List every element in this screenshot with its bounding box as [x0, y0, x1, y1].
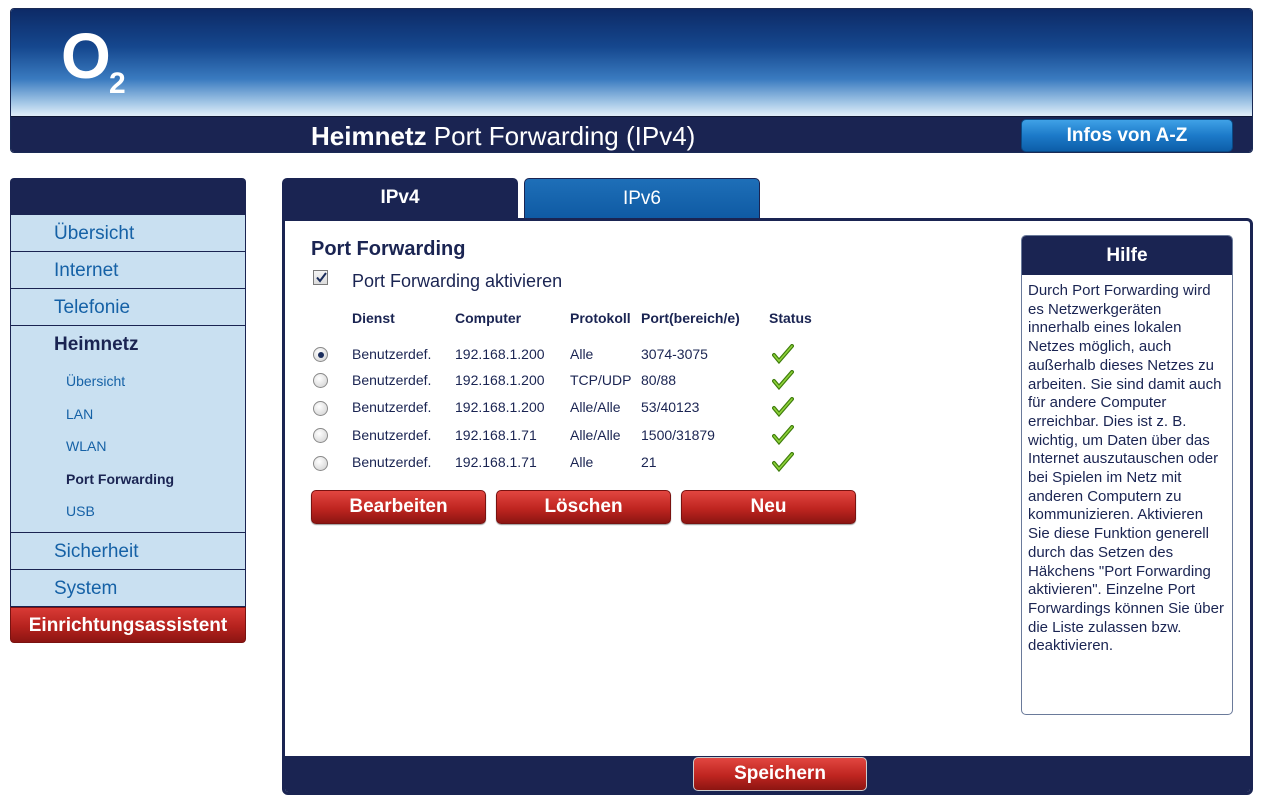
- sidebar-header: [10, 178, 246, 215]
- table-row[interactable]: Benutzerdef. 192.168.1.71 Alle/Alle 1500…: [307, 421, 829, 449]
- row-select-radio[interactable]: [313, 400, 328, 416]
- subnav-item-port-forwarding[interactable]: Port Forwarding: [11, 463, 245, 496]
- cell-protokoll: TCP/UDP: [570, 371, 632, 388]
- cell-port: 1500/31879: [641, 426, 715, 443]
- subnav-item-wlan[interactable]: WLAN: [11, 430, 245, 463]
- check-icon: [772, 452, 794, 473]
- table-row[interactable]: Benutzerdef. 192.168.1.200 Alle 3074-307…: [307, 332, 829, 366]
- section-title: Port Forwarding: [311, 238, 466, 260]
- cell-port: 3074-3075: [641, 346, 708, 362]
- cell-computer: 192.168.1.200: [455, 399, 545, 416]
- page-title-section: Heimnetz: [311, 121, 427, 151]
- cell-dienst: Benutzerdef.: [352, 346, 432, 362]
- infos-a-z-button[interactable]: Infos von A-Z: [1021, 119, 1233, 152]
- port-forwarding-table: Dienst Computer Protokoll Port(bereich/e…: [307, 304, 829, 476]
- cell-port: 21: [641, 454, 657, 471]
- row-select-radio[interactable]: [313, 373, 328, 389]
- checkmark-icon: [316, 272, 327, 283]
- table-row[interactable]: Benutzerdef. 192.168.1.200 Alle/Alle 53/…: [307, 394, 829, 422]
- logo-subscript: 2: [109, 67, 126, 100]
- check-icon: [772, 344, 794, 364]
- cell-port: 80/88: [641, 371, 677, 388]
- sidebar-item-heimnetz[interactable]: Heimnetz: [10, 326, 246, 363]
- o2-logo[interactable]: O 2: [61, 20, 141, 107]
- help-text: Durch Port Forwarding wird es Netzwerkge…: [1028, 282, 1224, 655]
- header-computer: Computer: [455, 310, 522, 326]
- row-select-radio[interactable]: [313, 347, 328, 363]
- cell-computer: 192.168.1.200: [455, 371, 545, 388]
- edit-button[interactable]: Bearbeiten: [311, 490, 486, 524]
- table-row[interactable]: Benutzerdef. 192.168.1.71 Alle 21: [307, 449, 829, 477]
- cell-protokoll: Alle: [570, 346, 594, 362]
- tab-ipv4[interactable]: IPv4: [282, 178, 518, 220]
- check-icon: [772, 369, 794, 390]
- table-header-row: Dienst Computer Protokoll Port(bereich/e…: [307, 304, 829, 332]
- page-title-page: Port Forwarding (IPv4): [426, 121, 696, 151]
- header-dienst: Dienst: [352, 310, 395, 326]
- check-icon: [772, 397, 794, 418]
- header-protokoll: Protokoll: [570, 310, 631, 326]
- sidebar-item-system[interactable]: System: [10, 569, 246, 607]
- panel-footer: Speichern: [285, 756, 1250, 792]
- table-row[interactable]: Benutzerdef. 192.168.1.200 TCP/UDP 80/88: [307, 366, 829, 394]
- row-select-radio[interactable]: [313, 455, 328, 471]
- sidebar-item-uebersicht[interactable]: Übersicht: [10, 215, 246, 252]
- cell-dienst: Benutzerdef.: [352, 454, 432, 471]
- cell-protokoll: Alle/Alle: [570, 426, 621, 443]
- enable-port-forwarding-checkbox[interactable]: [313, 270, 328, 285]
- subnav-item-uebersicht[interactable]: Übersicht: [11, 365, 245, 398]
- cell-port: 53/40123: [641, 399, 700, 416]
- subnav-item-lan[interactable]: LAN: [11, 398, 245, 431]
- setup-assistant-button[interactable]: Einrichtungsassistent: [10, 606, 246, 643]
- new-button[interactable]: Neu: [681, 490, 856, 524]
- header-status: Status: [769, 310, 812, 326]
- header-banner: O 2: [11, 9, 1252, 117]
- cell-protokoll: Alle: [570, 454, 594, 471]
- help-box: Hilfe Durch Port Forwarding wird es Netz…: [1021, 235, 1233, 715]
- cell-dienst: Benutzerdef.: [352, 371, 432, 388]
- delete-button[interactable]: Löschen: [496, 490, 671, 524]
- subnav-item-usb[interactable]: USB: [11, 495, 245, 528]
- check-icon: [772, 424, 794, 445]
- sidebar: Übersicht Internet Telefonie Heimnetz Üb…: [10, 178, 246, 643]
- heimnetz-subnav: Übersicht LAN WLAN Port Forwarding USB: [10, 363, 246, 533]
- sidebar-item-telefonie[interactable]: Telefonie: [10, 289, 246, 326]
- cell-dienst: Benutzerdef.: [352, 399, 432, 416]
- content-panel: Port Forwarding Port Forwarding aktivier…: [282, 218, 1253, 795]
- cell-protokoll: Alle/Alle: [570, 399, 621, 416]
- header: O 2 Heimnetz Port Forwarding (IPv4) Info…: [10, 8, 1253, 153]
- page-title: Heimnetz Port Forwarding (IPv4): [311, 120, 695, 152]
- tab-ipv6[interactable]: IPv6: [524, 178, 760, 220]
- save-button[interactable]: Speichern: [693, 757, 867, 791]
- sidebar-item-sicherheit[interactable]: Sicherheit: [10, 532, 246, 570]
- header-port: Port(bereich/e): [641, 310, 740, 326]
- cell-dienst: Benutzerdef.: [352, 426, 432, 443]
- cell-computer: 192.168.1.71: [455, 426, 537, 443]
- help-title: Hilfe: [1022, 236, 1232, 275]
- enable-port-forwarding-label: Port Forwarding aktivieren: [352, 271, 563, 291]
- cell-computer: 192.168.1.71: [455, 454, 537, 471]
- header-bar: Heimnetz Port Forwarding (IPv4) Infos vo…: [11, 116, 1252, 152]
- sidebar-item-internet[interactable]: Internet: [10, 252, 246, 289]
- cell-computer: 192.168.1.200: [455, 346, 545, 362]
- header-select: [307, 304, 352, 332]
- logo-letter: O: [61, 20, 111, 92]
- row-select-radio[interactable]: [313, 428, 328, 444]
